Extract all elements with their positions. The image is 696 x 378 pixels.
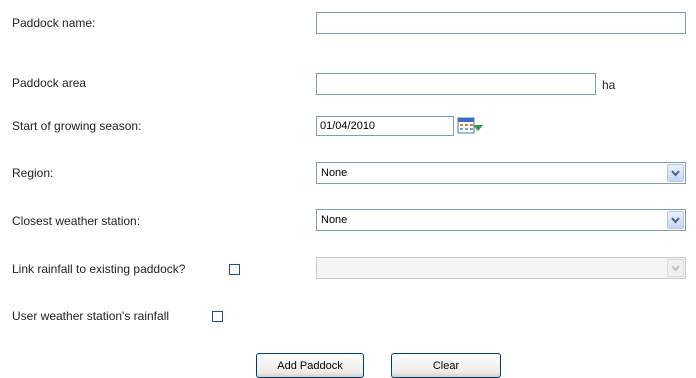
weather-station-label: Closest weather station:: [12, 214, 141, 228]
weather-station-selected-value: None: [321, 214, 348, 226]
existing-paddock-select[interactable]: [316, 257, 686, 279]
user-rainfall-checkbox[interactable]: [212, 311, 223, 322]
region-selected-value: None: [321, 167, 348, 179]
chevron-down-icon[interactable]: [667, 164, 684, 182]
link-rainfall-checkbox[interactable]: [229, 264, 240, 275]
calendar-icon[interactable]: [457, 116, 484, 136]
weather-station-select[interactable]: None: [316, 209, 686, 231]
chevron-down-icon: [667, 259, 684, 277]
paddock-name-label: Paddock name:: [12, 16, 96, 30]
chevron-down-icon[interactable]: [667, 211, 684, 229]
growing-season-label: Start of growing season:: [12, 119, 142, 133]
region-label: Region:: [12, 166, 54, 180]
user-rainfall-label: User weather station's rainfall: [12, 309, 170, 323]
area-unit: ha: [602, 78, 616, 92]
growing-season-input[interactable]: [316, 116, 454, 136]
paddock-area-input[interactable]: [316, 73, 596, 95]
add-paddock-button[interactable]: Add Paddock: [256, 353, 364, 378]
region-select[interactable]: None: [316, 162, 686, 184]
link-rainfall-label: Link rainfall to existing paddock?: [12, 262, 186, 276]
clear-button[interactable]: Clear: [391, 353, 501, 378]
paddock-area-label: Paddock area: [12, 76, 87, 90]
paddock-name-input[interactable]: [316, 12, 686, 34]
